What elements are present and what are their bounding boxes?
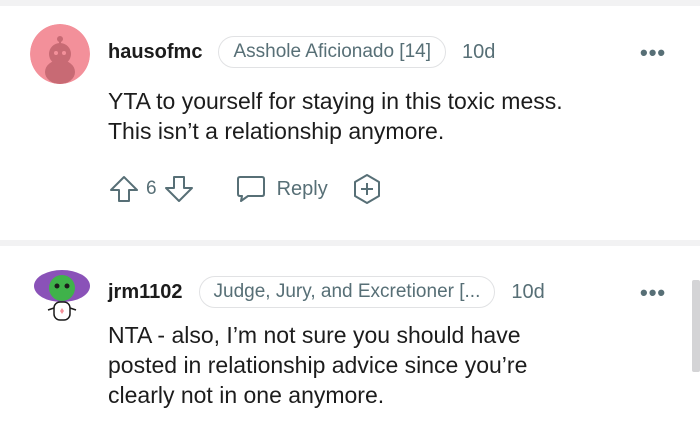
user-flair: Asshole Aficionado [14] bbox=[218, 36, 446, 68]
reply-button[interactable]: Reply bbox=[235, 174, 328, 204]
more-options-icon[interactable]: ••• bbox=[640, 280, 666, 306]
username[interactable]: jrm1102 bbox=[108, 281, 183, 304]
user-flair: Judge, Jury, and Excretioner [... bbox=[198, 276, 496, 308]
scrollbar[interactable] bbox=[692, 280, 700, 372]
comment-body-line: NTA - also, I’m not sure you should have bbox=[108, 322, 521, 348]
comment-body-line: This isn’t a relationship anymore. bbox=[108, 118, 445, 144]
more-options-icon[interactable]: ••• bbox=[640, 40, 666, 66]
comment-jrm1102: jrm1102 Judge, Jury, and Excretioner [..… bbox=[0, 246, 700, 438]
speech-bubble-icon bbox=[235, 174, 267, 204]
comment-meta: jrm1102 Judge, Jury, and Excretioner [..… bbox=[108, 276, 545, 308]
upvote-arrow-icon[interactable] bbox=[108, 173, 140, 205]
username[interactable]: hausofmc bbox=[108, 41, 202, 64]
comment-meta: hausofmc Asshole Aficionado [14] 10d bbox=[108, 36, 495, 68]
comment-body-line: posted in relationship advice since you’… bbox=[108, 352, 528, 378]
comment-age: 10d bbox=[462, 40, 496, 63]
comment-body-line: clearly not in one anymore. bbox=[108, 382, 385, 408]
award-plus-icon[interactable] bbox=[350, 172, 384, 206]
comment-body: YTA to yourself for staying in this toxi… bbox=[108, 86, 563, 146]
downvote-arrow-icon[interactable] bbox=[163, 173, 195, 205]
user-avatar[interactable] bbox=[32, 264, 92, 328]
user-avatar[interactable] bbox=[30, 24, 90, 84]
reply-label: Reply bbox=[276, 177, 328, 200]
vote-count: 6 bbox=[146, 178, 157, 199]
comment-actions: 6 Reply bbox=[108, 172, 384, 206]
comment-age: 10d bbox=[511, 280, 545, 303]
comment-body: NTA - also, I’m not sure you should have… bbox=[108, 320, 527, 410]
comment-body-line: YTA to yourself for staying in this toxi… bbox=[108, 88, 563, 114]
comment-hausofmc: hausofmc Asshole Aficionado [14] 10d •••… bbox=[0, 6, 700, 240]
